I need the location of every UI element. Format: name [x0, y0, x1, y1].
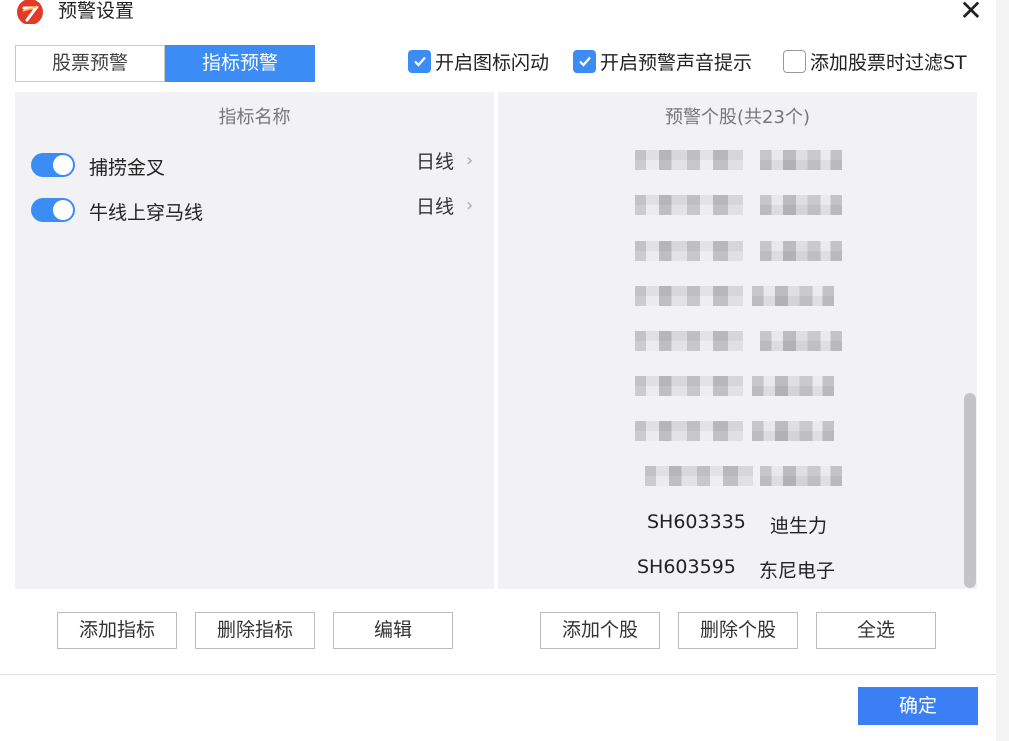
redacted-name: [760, 195, 842, 215]
option-icon-flash[interactable]: 开启图标闪动: [408, 48, 549, 74]
indicator-name: 牛线上穿马线: [89, 202, 204, 224]
alert-type-tabs: 股票预警 指标预警: [15, 45, 315, 82]
redacted-code: [635, 331, 743, 351]
stock-row-redacted[interactable]: [498, 325, 977, 351]
stock-row-redacted[interactable]: [498, 235, 977, 261]
stock-header: 预警个股(共23个): [665, 107, 810, 128]
option-label: 开启图标闪动: [435, 51, 550, 74]
indicator-toggle[interactable]: [31, 198, 75, 222]
redacted-name: [752, 421, 834, 441]
redacted-code: [635, 376, 743, 396]
redacted-name: [752, 376, 834, 396]
stock-row-redacted[interactable]: [498, 189, 977, 215]
stock-row-redacted[interactable]: [498, 144, 977, 170]
redacted-name: [760, 466, 842, 486]
stock-name: 东尼电子: [759, 560, 836, 582]
checkbox-checked-icon[interactable]: [408, 49, 431, 73]
option-label: 添加股票时过滤ST: [810, 51, 967, 74]
ok-button[interactable]: 确定: [858, 687, 978, 725]
redacted-code: [635, 150, 743, 170]
stock-row-redacted[interactable]: [498, 280, 977, 306]
checkbox-unchecked-icon[interactable]: [783, 49, 806, 73]
select-all-button[interactable]: 全选: [816, 612, 936, 649]
indicator-header: 指标名称: [218, 107, 291, 128]
tab-indicator-alert[interactable]: 指标预警: [165, 45, 315, 82]
indicator-period[interactable]: 日线: [416, 192, 454, 219]
stock-panel: 预警个股(共23个) SH603335 迪生力 SH603595 东尼电子: [498, 92, 977, 589]
checkbox-checked-icon[interactable]: [573, 49, 596, 73]
indicator-row[interactable]: 牛线上穿马线 日线 ›: [15, 192, 494, 226]
option-label: 开启预警声音提示: [600, 51, 753, 74]
redacted-code: [645, 466, 753, 486]
redacted-code: [635, 421, 743, 441]
stock-row-redacted[interactable]: [498, 415, 977, 441]
stock-code: SH603335: [647, 511, 746, 533]
title-bar: 预警设置 ✕: [0, 0, 1009, 26]
dialog-title: 预警设置: [58, 0, 135, 22]
redacted-code: [635, 286, 743, 306]
stock-row-redacted[interactable]: [498, 460, 977, 486]
stock-row-redacted[interactable]: [498, 370, 977, 396]
footer-divider: [0, 674, 996, 675]
close-icon[interactable]: ✕: [955, 0, 987, 28]
delete-indicator-button[interactable]: 删除指标: [195, 612, 315, 649]
chevron-right-icon[interactable]: ›: [466, 195, 473, 216]
window-edge: [996, 0, 1009, 741]
option-sound-alert[interactable]: 开启预警声音提示: [573, 48, 752, 74]
add-indicator-button[interactable]: 添加指标: [57, 612, 177, 649]
indicator-panel: 指标名称 捕捞金叉 日线 › 牛线上穿马线 日线 ›: [15, 92, 494, 589]
redacted-code: [635, 241, 743, 261]
stock-row[interactable]: SH603335 迪生力: [498, 511, 977, 537]
add-stock-button[interactable]: 添加个股: [540, 612, 660, 649]
stock-row[interactable]: SH603595 东尼电子: [498, 556, 977, 582]
tab-stock-alert[interactable]: 股票预警: [15, 45, 165, 82]
edit-button[interactable]: 编辑: [333, 612, 453, 649]
redacted-name: [760, 331, 842, 351]
stock-scrollbar-thumb[interactable]: [964, 393, 976, 588]
redacted-code: [635, 195, 743, 215]
stock-name: 迪生力: [770, 515, 828, 537]
stock-code: SH603595: [637, 556, 736, 578]
chevron-right-icon[interactable]: ›: [466, 150, 473, 171]
redacted-name: [760, 150, 842, 170]
option-filter-st[interactable]: 添加股票时过滤ST: [783, 48, 967, 74]
indicator-period[interactable]: 日线: [416, 147, 454, 174]
indicator-row[interactable]: 捕捞金叉 日线 ›: [15, 147, 494, 181]
delete-stock-button[interactable]: 删除个股: [678, 612, 798, 649]
indicator-name: 捕捞金叉: [89, 157, 166, 179]
indicator-toggle[interactable]: [31, 153, 75, 177]
redacted-name: [752, 286, 834, 306]
redacted-name: [760, 241, 842, 261]
app-logo-icon: [14, 0, 46, 24]
